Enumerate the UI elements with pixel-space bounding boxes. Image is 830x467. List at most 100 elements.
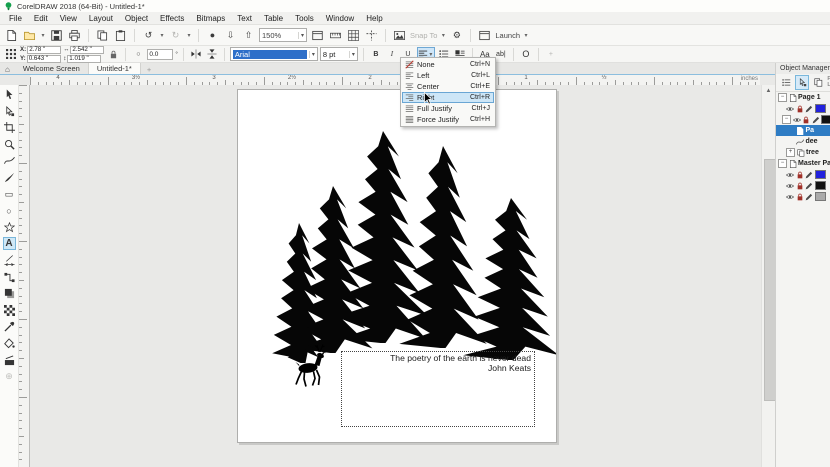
expand-icon[interactable]: + [786,148,795,157]
menu-item-left[interactable]: LeftCtrl+L [402,70,494,81]
drop-shadow-tool[interactable] [3,287,16,300]
menu-table[interactable]: Table [258,14,289,23]
open-icon[interactable] [22,28,37,43]
menu-object[interactable]: Object [119,14,154,23]
menu-bitmaps[interactable]: Bitmaps [190,14,231,23]
menu-item-none[interactable]: NoneCtrl+N [402,59,494,70]
new-document-icon[interactable] [4,28,19,43]
lock-icon[interactable] [796,105,804,113]
menu-item-force-justify[interactable]: Force JustifyCtrl+H [402,114,494,125]
menu-view[interactable]: View [54,14,83,23]
zoom-level-combo[interactable]: 150%▾ [259,28,307,42]
menu-effects[interactable]: Effects [154,14,190,23]
add-property-icon[interactable]: + [544,48,558,61]
tab-untitled-1[interactable]: Untitled-1* [89,63,141,74]
x-position-field[interactable]: 2.78 " [27,46,61,54]
eye-icon[interactable] [786,171,794,179]
edit-across-layers-icon[interactable] [811,75,825,90]
eye-icon[interactable] [793,116,801,124]
show-grid-icon[interactable] [346,28,361,43]
tree-row-paragraph-text-selected[interactable]: Pa [776,125,830,136]
layer-color-swatch[interactable] [815,170,826,179]
object-height-field[interactable]: 1.019 " [67,55,101,63]
lock-icon[interactable] [796,171,804,179]
eye-icon[interactable] [786,193,794,201]
text-tool[interactable]: A [3,237,16,250]
fullscreen-preview-icon[interactable] [310,28,325,43]
tree-row-layer1[interactable]: − [776,114,830,125]
menu-tools[interactable]: Tools [289,14,320,23]
shape-tool[interactable] [3,105,16,118]
smart-fill-tool[interactable] [3,354,16,367]
image-adjust-icon[interactable] [392,28,407,43]
print-icon[interactable] [67,28,82,43]
layer-color-swatch[interactable] [821,115,830,124]
tree-row-document-grid[interactable] [776,191,830,202]
layer-color-swatch[interactable] [815,181,826,190]
lock-icon[interactable] [796,193,804,201]
menu-file[interactable]: File [3,14,28,23]
tree-row-deer-curve[interactable]: dee [776,136,830,147]
object-width-field[interactable]: 2.542 " [70,46,104,54]
export-icon[interactable]: ⇧ [241,28,256,43]
pencil-icon[interactable] [805,182,813,190]
bold-button[interactable]: B [369,48,383,61]
tree-row-master-desktop[interactable] [776,180,830,191]
open-dropdown-icon[interactable]: ▾ [40,32,46,39]
lock-icon[interactable] [796,182,804,190]
launch-dropdown-icon[interactable]: ▾ [523,32,529,39]
connector-tool[interactable] [3,271,16,284]
pencil-icon[interactable] [805,193,813,201]
menu-item-right[interactable]: RightCtrl+R [402,92,494,103]
import-icon[interactable]: ⇩ [223,28,238,43]
no-fill-button[interactable]: O [519,48,533,61]
layer-manager-view-icon[interactable] [779,75,793,90]
menu-layout[interactable]: Layout [83,14,119,23]
dimension-tool[interactable] [3,254,16,267]
save-icon[interactable] [49,28,64,43]
pencil-icon[interactable] [805,171,813,179]
paste-icon[interactable] [113,28,128,43]
zoom-tool[interactable] [3,138,16,151]
document-page[interactable]: The poetry of the earth is never dead Jo… [237,89,557,443]
undo-icon[interactable]: ↺ [141,28,156,43]
pick-tool[interactable] [3,88,16,101]
tab-welcome-screen[interactable]: Welcome Screen [15,63,89,74]
home-icon[interactable]: ⌂ [0,65,15,74]
mirror-horizontal-icon[interactable] [189,48,203,61]
pine-tree[interactable] [338,131,428,343]
snap-to-button[interactable]: Snap To [410,31,437,40]
show-guidelines-icon[interactable] [364,28,379,43]
vertical-scrollbar[interactable]: ▲ [761,85,775,467]
tree-row-guides-layer[interactable] [776,103,830,114]
rectangle-tool[interactable]: ▭ [3,188,16,201]
launch-window-icon[interactable] [477,28,492,43]
collapse-icon[interactable]: − [782,115,791,124]
eye-icon[interactable] [786,182,794,190]
drawing-canvas[interactable]: The poetry of the earth is never dead Jo… [30,85,760,467]
rotation-angle-field[interactable]: 0.0 [147,49,173,60]
tree-row-master-page[interactable]: − Master Pa [776,158,830,169]
menu-edit[interactable]: Edit [28,14,54,23]
y-position-field[interactable]: 0.643 " [27,55,61,63]
font-size-combo[interactable]: 8 pt▾ [320,47,358,61]
launch-button[interactable]: Launch [495,31,520,40]
ellipse-tool[interactable]: ○ [3,204,16,217]
new-tab-button[interactable]: + [141,65,157,74]
redo-dropdown-icon[interactable]: ▾ [186,32,192,39]
mirror-vertical-icon[interactable] [205,48,219,61]
font-list-combo[interactable]: Arial▾ [230,47,318,61]
scrollbar-thumb[interactable] [764,159,776,401]
show-rulers-icon[interactable] [328,28,343,43]
pencil-icon[interactable] [812,116,820,124]
layer-color-swatch[interactable] [815,192,826,201]
lock-icon[interactable] [802,116,810,124]
freehand-tool[interactable] [3,154,16,167]
menu-help[interactable]: Help [360,14,388,23]
tree-row-master-guides[interactable] [776,169,830,180]
collapse-icon[interactable]: − [778,159,787,168]
customize-toolbox-icon[interactable]: ⊕ [3,370,16,383]
eye-icon[interactable] [786,105,794,113]
snap-to-dropdown-icon[interactable]: ▾ [440,32,446,39]
redo-icon[interactable]: ↻ [168,28,183,43]
